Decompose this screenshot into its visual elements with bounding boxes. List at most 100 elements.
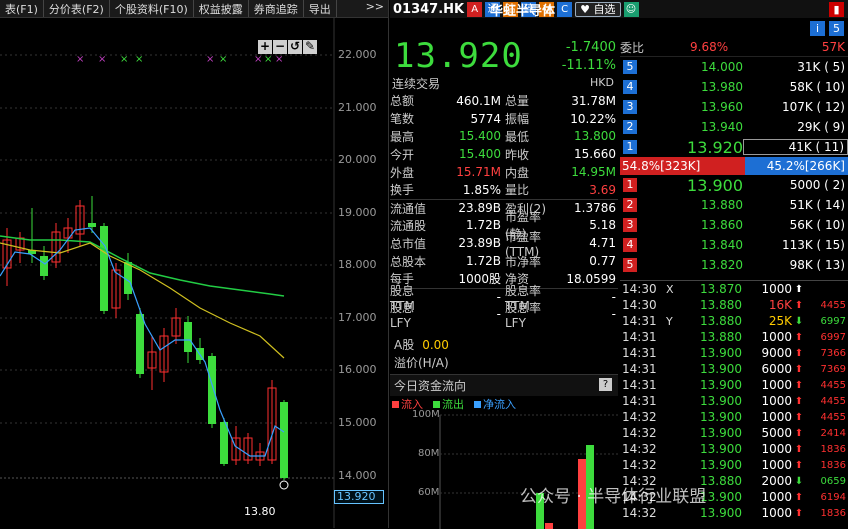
bid-level[interactable]: 4 13.840 113K ( 15) bbox=[620, 235, 848, 255]
tab-export[interactable]: 导出 bbox=[304, 0, 337, 17]
flow-axis-tick: 80M bbox=[418, 448, 440, 459]
stat-row: 股息LFY - 股息率LFY - bbox=[390, 301, 618, 330]
flow-title: 今日资金流向 bbox=[390, 375, 618, 396]
stat-value: - bbox=[611, 307, 616, 322]
level-number: 1 bbox=[623, 178, 637, 192]
arrow-up-icon: ⬆ bbox=[794, 299, 804, 311]
tick-row: 14:30 13.880 16K ⬆ 4455 bbox=[620, 297, 848, 313]
stat-value: 15.71M bbox=[456, 165, 501, 180]
arrow-up-icon: ⬆ bbox=[794, 427, 804, 439]
order-ratio-pct: 9.68% bbox=[690, 40, 729, 54]
arrow-up-icon: ⬆ bbox=[794, 331, 804, 343]
tabs-more-button[interactable]: >> bbox=[362, 0, 388, 17]
stat-label: 总量 bbox=[505, 94, 530, 109]
svg-text:×: × bbox=[206, 54, 214, 65]
tick-row: 14:32 13.900 1000 ⬆ 1836 bbox=[620, 505, 848, 521]
ask-level[interactable]: 4 13.980 58K ( 10) bbox=[620, 77, 848, 97]
a-share-badge[interactable]: A bbox=[467, 1, 483, 17]
tab-price-table[interactable]: 分价表(F2) bbox=[44, 0, 110, 17]
tick-volume: 1000 bbox=[761, 394, 792, 408]
stat-value: 1.72B bbox=[466, 254, 501, 269]
help-icon[interactable]: ? bbox=[599, 378, 612, 391]
tick-time: 14:31 bbox=[622, 314, 657, 328]
info-icon[interactable]: i bbox=[810, 20, 825, 36]
stat-value: 15.400 bbox=[459, 147, 501, 162]
tick-time: 14:30 bbox=[622, 282, 657, 296]
level-volume: 29K ( 9) bbox=[797, 120, 845, 134]
level-price: 13.980 bbox=[701, 80, 743, 94]
add-watchlist-button[interactable]: ♥ 自选 bbox=[575, 1, 621, 17]
stat-value: 23.89B bbox=[458, 201, 501, 216]
svg-text:×: × bbox=[219, 54, 227, 65]
zoom-out-button[interactable]: − bbox=[273, 40, 287, 54]
a-share-label: A股 bbox=[394, 338, 415, 352]
stat-label: 最高 bbox=[390, 129, 415, 144]
bid-ask-ratio-bar: 54.8%[323K] 45.2%[266K] bbox=[620, 157, 848, 175]
stat-label: 今开 bbox=[390, 147, 415, 162]
ask-level[interactable]: 1 13.920 41K ( 11) bbox=[620, 137, 848, 157]
zoom-in-button[interactable]: + bbox=[258, 40, 272, 54]
level-number: 3 bbox=[623, 218, 637, 232]
premium-label: 溢价(H/A) bbox=[394, 356, 449, 370]
stat-label: 外盘 bbox=[390, 165, 415, 180]
ask-level[interactable]: 2 13.940 29K ( 9) bbox=[620, 117, 848, 137]
tab-broker-tracking[interactable]: 券商追踪 bbox=[249, 0, 304, 17]
tick-broker: 6194 bbox=[820, 491, 846, 503]
level-price: 13.940 bbox=[701, 120, 743, 134]
y-tick: 21.000 bbox=[338, 101, 377, 114]
bid-level[interactable]: 2 13.880 51K ( 14) bbox=[620, 195, 848, 215]
level-number: 1 bbox=[623, 140, 637, 154]
kline-chart[interactable]: × × × × × × × × × + − ↺ ✎ 22.000 21.000 … bbox=[0, 18, 388, 528]
c-badge[interactable]: C bbox=[557, 1, 573, 17]
tick-time: 14:31 bbox=[622, 362, 657, 376]
svg-text:×: × bbox=[254, 54, 262, 65]
arrow-up-icon: ⬆ bbox=[794, 459, 804, 471]
reset-icon[interactable]: ↺ bbox=[288, 40, 302, 54]
tick-time: 14:32 bbox=[622, 458, 657, 472]
stat-value: 15.400 bbox=[459, 129, 501, 144]
level-volume: 113K ( 15) bbox=[781, 238, 845, 252]
tick-broker: 4455 bbox=[820, 411, 846, 423]
level-five-icon[interactable]: 5 bbox=[829, 20, 844, 36]
chart-toolbar: + − ↺ ✎ bbox=[258, 40, 317, 54]
order-ratio-row: 委比 9.68% 57K bbox=[620, 38, 848, 57]
draw-icon[interactable]: ✎ bbox=[303, 40, 317, 54]
stat-value: 18.0599 bbox=[566, 271, 616, 286]
stat-value: 4.71 bbox=[589, 236, 616, 251]
svg-text:×: × bbox=[98, 54, 106, 65]
ask-level[interactable]: 5 14.000 31K ( 5) bbox=[620, 57, 848, 77]
watchlist-label: 自选 bbox=[593, 2, 616, 16]
order-ratio-label: 委比 bbox=[620, 40, 645, 55]
tick-price: 13.900 bbox=[700, 426, 742, 440]
tab-stock-profile[interactable]: 个股资料(F10) bbox=[110, 0, 194, 17]
stat-value: 5774 bbox=[470, 111, 501, 126]
tab-minute[interactable]: 表(F1) bbox=[0, 0, 44, 17]
flow-axis-tick: 60M bbox=[418, 487, 440, 498]
tick-broker: 6997 bbox=[820, 315, 846, 327]
tick-broker: 4455 bbox=[820, 379, 846, 391]
bid-level[interactable]: 5 13.820 98K ( 13) bbox=[620, 255, 848, 275]
ask-level[interactable]: 3 13.960 107K ( 12) bbox=[620, 97, 848, 117]
bid-level[interactable]: 1 13.900 5000 ( 2) bbox=[620, 175, 848, 195]
tick-row: 14:31 Y 13.880 25K ⬇ 6997 bbox=[620, 313, 848, 329]
currency: HKD bbox=[590, 76, 614, 89]
stat-row: 总额 460.1M 总量 31.78M bbox=[390, 92, 618, 110]
bid-level[interactable]: 3 13.860 56K ( 10) bbox=[620, 215, 848, 235]
tab-disclosure[interactable]: 权益披露 bbox=[194, 0, 249, 17]
stat-value: 3.69 bbox=[589, 182, 616, 197]
tick-time: 14:32 bbox=[622, 442, 657, 456]
stat-row: 笔数 5774 振幅 10.22% bbox=[390, 110, 618, 128]
tick-price: 13.900 bbox=[700, 506, 742, 520]
order-book: 委比 9.68% 57K 5 14.000 31K ( 5) 4 13.980 58K (… bbox=[620, 38, 848, 275]
arrow-up-icon: ⬆ bbox=[794, 363, 804, 375]
flow-chart bbox=[439, 414, 618, 529]
chat-icon[interactable]: ☺ bbox=[623, 1, 639, 17]
arrow-up-icon: ⬆ bbox=[794, 395, 804, 407]
stat-label: 流通股 bbox=[390, 218, 427, 233]
tick-price: 13.900 bbox=[700, 442, 742, 456]
tick-price: 13.900 bbox=[700, 362, 742, 376]
y-tick: 14.000 bbox=[338, 469, 377, 482]
low-price-label: 13.80 bbox=[244, 505, 276, 518]
stat-value: - bbox=[496, 307, 501, 322]
close-icon[interactable]: ▮ bbox=[829, 1, 844, 17]
